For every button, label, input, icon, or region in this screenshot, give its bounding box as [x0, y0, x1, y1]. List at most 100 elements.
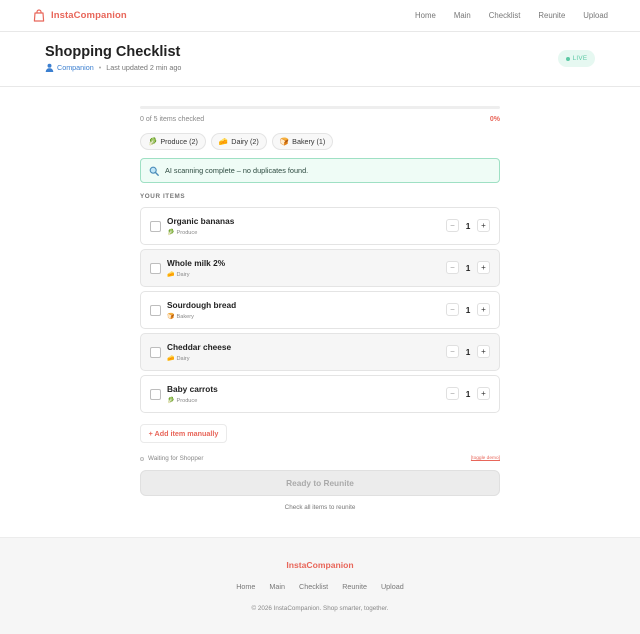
list-item: Sourdough bread 🍞 Bakery − 1 +	[140, 291, 500, 329]
footer-link-home[interactable]: Home	[236, 582, 255, 591]
increment-button[interactable]: +	[477, 261, 490, 274]
bread-icon: 🍞	[167, 314, 175, 320]
increment-button[interactable]: +	[477, 345, 490, 358]
item-quantity: 1	[465, 262, 471, 273]
section-label: YOUR ITEMS	[140, 193, 186, 200]
brand-logo[interactable]: InstaCompanion	[33, 9, 127, 22]
item-checkbox[interactable]	[150, 305, 161, 316]
item-quantity: 1	[465, 304, 471, 315]
chip-label: Dairy (2)	[231, 137, 259, 146]
item-name: Baby carrots	[167, 384, 218, 394]
item-name: Whole milk 2%	[167, 258, 226, 268]
item-category: 🥬 Produce	[167, 397, 198, 405]
nav-links: Home Main Checklist Reunite Upload	[397, 11, 608, 20]
nav-link-home[interactable]: Home	[415, 11, 436, 20]
item-category-label: Produce	[176, 229, 198, 236]
chip-produce[interactable]: 🥬 Produce (2)	[140, 133, 206, 150]
cheese-icon: 🧀	[218, 137, 229, 146]
scan-status: AI scanning complete – no duplicates fou…	[140, 158, 500, 183]
item-category-label: Dairy	[176, 355, 190, 362]
increment-button[interactable]: +	[477, 219, 490, 232]
page-meta: Companion • Last updated 2 min ago	[45, 63, 181, 72]
search-icon	[149, 166, 159, 176]
chip-label: Produce (2)	[160, 137, 198, 146]
nav-link-upload[interactable]: Upload	[583, 11, 608, 20]
chip-dairy[interactable]: 🧀 Dairy (2)	[210, 133, 267, 150]
ready-hint: Check all items to reunite	[284, 504, 356, 511]
item-name: Sourdough bread	[167, 300, 237, 310]
chip-label: Bakery (1)	[292, 137, 326, 146]
footer-links: Home Main Checklist Reunite Upload	[0, 582, 640, 591]
quantity-stepper: − 1 +	[446, 387, 490, 400]
item-checkbox[interactable]	[150, 347, 161, 358]
item-quantity: 1	[465, 220, 471, 231]
footer: InstaCompanion Home Main Checklist Reuni…	[0, 537, 640, 634]
person-icon	[45, 63, 54, 72]
toggle-demo-link[interactable]: [toggle demo]	[471, 456, 500, 461]
nav-link-reunite[interactable]: Reunite	[538, 11, 565, 20]
scan-text: AI scanning complete – no duplicates fou…	[165, 166, 309, 175]
item-category: 🥬 Produce	[167, 229, 198, 237]
increment-button[interactable]: +	[477, 303, 490, 316]
quantity-stepper: − 1 +	[446, 219, 490, 232]
item-name: Cheddar cheese	[167, 342, 232, 352]
footer-link-upload[interactable]: Upload	[381, 582, 404, 591]
item-quantity: 1	[465, 388, 471, 399]
ready-to-reunite-button[interactable]: Ready to Reunite	[140, 470, 500, 496]
item-category-label: Bakery	[176, 313, 194, 320]
item-quantity: 1	[465, 346, 471, 357]
quantity-stepper: − 1 +	[446, 261, 490, 274]
decrement-button[interactable]: −	[446, 219, 459, 232]
decrement-button[interactable]: −	[446, 303, 459, 316]
item-checkbox[interactable]	[150, 389, 161, 400]
progress-bar	[140, 106, 500, 109]
produce-icon: 🥬	[148, 137, 158, 146]
live-dot-icon	[565, 56, 570, 61]
item-checkbox[interactable]	[150, 221, 161, 232]
chip-bakery[interactable]: 🍞 Bakery (1)	[271, 133, 334, 150]
item-category: 🧀 Dairy	[167, 271, 190, 279]
live-label: LIVE	[572, 55, 588, 62]
live-badge: LIVE	[558, 50, 595, 67]
increment-button[interactable]: +	[477, 387, 490, 400]
produce-icon: 🥬	[167, 230, 175, 236]
footer-link-reunite[interactable]: Reunite	[342, 582, 367, 591]
produce-icon: 🥬	[167, 398, 175, 404]
page-title: Shopping Checklist	[45, 44, 181, 60]
top-nav: InstaCompanion Home Main Checklist Reuni…	[0, 0, 640, 32]
nav-link-checklist[interactable]: Checklist	[489, 11, 521, 20]
decrement-button[interactable]: −	[446, 261, 459, 274]
waiting-text: Waiting for Shopper	[148, 455, 204, 462]
footer-link-checklist[interactable]: Checklist	[299, 582, 328, 591]
cheese-icon: 🧀	[167, 272, 175, 278]
item-category: 🧀 Dairy	[167, 355, 190, 363]
item-checkbox[interactable]	[150, 263, 161, 274]
decrement-button[interactable]: −	[446, 387, 459, 400]
shopping-bag-icon	[33, 9, 45, 22]
brand-name: InstaCompanion	[51, 10, 127, 21]
nav-link-main[interactable]: Main	[454, 11, 471, 20]
decrement-button[interactable]: −	[446, 345, 459, 358]
item-name: Organic bananas	[167, 216, 235, 226]
list-item: Cheddar cheese 🧀 Dairy − 1 +	[140, 333, 500, 371]
separator-dot: •	[98, 63, 102, 72]
item-category-label: Produce	[176, 397, 198, 404]
footer-brand[interactable]: InstaCompanion	[0, 560, 640, 570]
category-chips: 🥬 Produce (2) 🧀 Dairy (2) 🍞 Bakery (1)	[140, 133, 338, 150]
list-item: Organic bananas 🥬 Produce − 1 +	[140, 207, 500, 245]
bread-icon: 🍞	[279, 137, 290, 146]
companion-link[interactable]: Companion	[57, 63, 94, 72]
page-header: Shopping Checklist Companion • Last upda…	[0, 32, 640, 87]
status-dot-icon	[140, 456, 144, 461]
add-item-button[interactable]: + Add item manually	[140, 424, 227, 443]
waiting-status: Waiting for Shopper	[140, 455, 203, 462]
item-category: 🍞 Bakery	[167, 313, 194, 321]
item-category-label: Dairy	[176, 271, 190, 278]
cheese-icon: 🧀	[167, 356, 175, 362]
progress-percent: 0%	[489, 116, 500, 123]
list-item: Whole milk 2% 🧀 Dairy − 1 +	[140, 249, 500, 287]
last-updated: Last updated 2 min ago	[106, 63, 182, 72]
progress-text: 0 of 5 items checked	[140, 116, 205, 123]
quantity-stepper: − 1 +	[446, 303, 490, 316]
footer-link-main[interactable]: Main	[269, 582, 285, 591]
